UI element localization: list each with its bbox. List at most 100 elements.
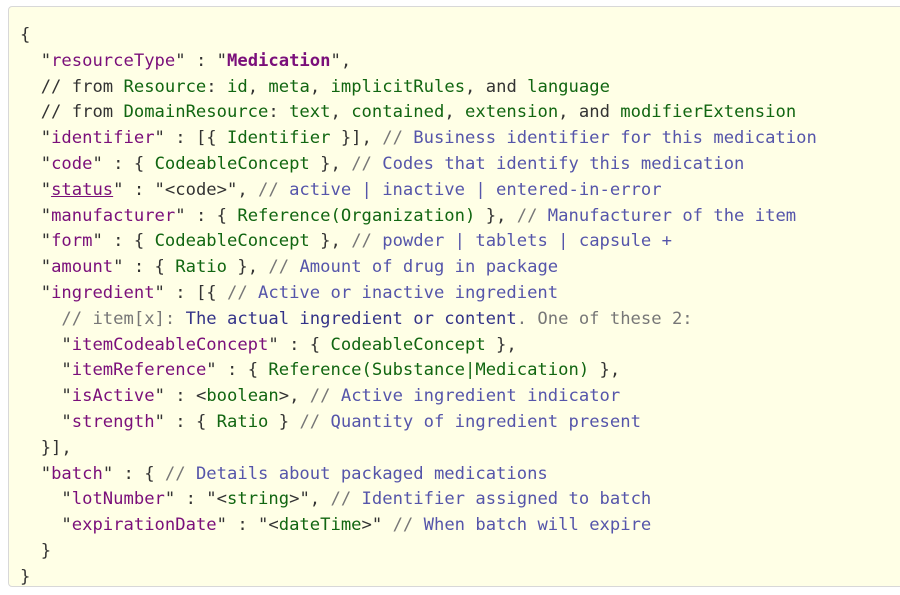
type-reference[interactable]: CodeableConcept bbox=[155, 154, 310, 174]
punctuation: " : { bbox=[206, 360, 269, 381]
type-reference[interactable]: Ratio bbox=[175, 257, 227, 277]
punctuation: : bbox=[268, 102, 290, 123]
property-name: lotNumber bbox=[71, 489, 165, 510]
comment-marker: // bbox=[351, 153, 383, 174]
punctuation: " : { bbox=[92, 231, 155, 252]
punctuation: }], bbox=[40, 437, 72, 458]
code-line: "amount" : { Ratio }, // Amount of drug … bbox=[20, 255, 900, 281]
punctuation: } bbox=[268, 411, 300, 432]
punctuation: " bbox=[61, 334, 72, 355]
type-reference[interactable]: DomainResource bbox=[124, 102, 269, 122]
type-reference: meta bbox=[268, 76, 310, 97]
property-name-link[interactable]: status bbox=[51, 180, 113, 200]
code-line: } bbox=[20, 565, 900, 591]
property-name: form bbox=[51, 231, 93, 252]
code-line: "resourceType" : "Medication", bbox=[20, 49, 900, 75]
type-reference[interactable]: Reference(Substance|Medication) bbox=[268, 360, 589, 380]
type-reference[interactable]: CodeableConcept bbox=[155, 231, 310, 251]
comment-text: Details about packaged medications bbox=[195, 463, 548, 484]
json-structure-code-block: { "resourceType" : "Medication", // from… bbox=[8, 6, 900, 587]
type-reference[interactable]: Identifier bbox=[227, 128, 330, 148]
comment-definition: The actual ingredient or content bbox=[185, 308, 517, 329]
punctuation: " bbox=[40, 205, 52, 226]
punctuation: " : "<code>", bbox=[113, 179, 259, 200]
punctuation: " : "< bbox=[216, 515, 279, 536]
code-line: "identifier" : [{ Identifier }], // Busi… bbox=[20, 126, 900, 152]
code-line: // from Resource: id, meta, implicitRule… bbox=[20, 75, 900, 101]
code-line: "form" : { CodeableConcept }, // powder … bbox=[20, 229, 900, 255]
type-reference: modifierExtension bbox=[620, 102, 797, 123]
code-line: "status" : "<code>", // active | inactiv… bbox=[20, 178, 900, 204]
type-reference: contained bbox=[351, 102, 445, 123]
punctuation: , and bbox=[558, 102, 621, 123]
punctuation: , bbox=[330, 102, 352, 123]
type-reference: boolean bbox=[206, 386, 279, 407]
type-reference: id bbox=[227, 76, 248, 97]
punctuation: >" bbox=[361, 515, 393, 536]
punctuation: " bbox=[40, 128, 52, 149]
comment-text: powder | tablets | capsule + bbox=[382, 231, 672, 252]
comment-text: Active or inactive ingredient bbox=[258, 282, 559, 303]
code-line: "ingredient" : [{ // Active or inactive … bbox=[20, 281, 900, 307]
type-reference[interactable]: CodeableConcept bbox=[330, 335, 485, 355]
punctuation: // from bbox=[40, 76, 124, 97]
code-line: } bbox=[20, 539, 900, 565]
comment-marker: // bbox=[392, 515, 424, 536]
property-name: itemCodeableConcept bbox=[71, 334, 269, 355]
code-line: "lotNumber" : "<string>", // Identifier … bbox=[20, 487, 900, 513]
comment-marker: // bbox=[299, 411, 331, 432]
punctuation: , bbox=[247, 76, 269, 97]
type-reference[interactable]: Resource bbox=[124, 77, 207, 97]
punctuation: " bbox=[40, 282, 52, 303]
punctuation: " : < bbox=[154, 386, 207, 407]
code-line: }], bbox=[20, 436, 900, 462]
comment-text: Amount of drug in package bbox=[299, 257, 559, 278]
code-line: // item[x]: The actual ingredient or con… bbox=[20, 307, 900, 333]
type-reference: implicitRules bbox=[330, 76, 466, 97]
punctuation: " : { bbox=[92, 153, 155, 174]
punctuation: " : [{ bbox=[154, 128, 227, 149]
comment-text: Codes that identify this medication bbox=[382, 153, 745, 174]
comment-marker: // bbox=[516, 205, 548, 226]
code-line: "isActive" : <boolean>, // Active ingred… bbox=[20, 384, 900, 410]
code-line: "code" : { CodeableConcept }, // Codes t… bbox=[20, 152, 900, 178]
punctuation: >, bbox=[278, 386, 310, 407]
punctuation: }, bbox=[485, 334, 517, 355]
property-name: resourceType bbox=[51, 50, 176, 71]
property-name: expirationDate bbox=[71, 515, 217, 536]
type-reference[interactable]: Reference(Organization) bbox=[237, 206, 475, 226]
comment-text: When batch will expire bbox=[423, 515, 652, 536]
punctuation: >", bbox=[289, 489, 331, 510]
property-name: ingredient bbox=[51, 282, 155, 303]
punctuation: }], bbox=[330, 128, 383, 149]
property-name: batch bbox=[51, 463, 103, 484]
punctuation: " bbox=[61, 411, 72, 432]
comment-marker: // bbox=[164, 463, 196, 484]
punctuation: " bbox=[40, 179, 52, 200]
comment-text: active | inactive | entered-in-error bbox=[289, 179, 662, 200]
comment-marker: // bbox=[309, 386, 341, 407]
comment-marker: // bbox=[351, 231, 383, 252]
punctuation: { bbox=[20, 25, 31, 45]
punctuation: " bbox=[40, 153, 52, 174]
comment-marker: // bbox=[382, 128, 414, 149]
property-name: isActive bbox=[71, 386, 155, 407]
comment-text: Identifier assigned to batch bbox=[361, 489, 652, 510]
type-reference[interactable]: Ratio bbox=[217, 412, 269, 432]
punctuation: " : { bbox=[268, 334, 331, 355]
type-reference: string bbox=[227, 489, 290, 510]
punctuation: " bbox=[61, 360, 72, 381]
punctuation: " bbox=[61, 386, 72, 407]
code-line: "itemCodeableConcept" : { CodeableConcep… bbox=[20, 333, 900, 359]
punctuation: : bbox=[206, 76, 227, 97]
punctuation: ", bbox=[330, 50, 352, 71]
